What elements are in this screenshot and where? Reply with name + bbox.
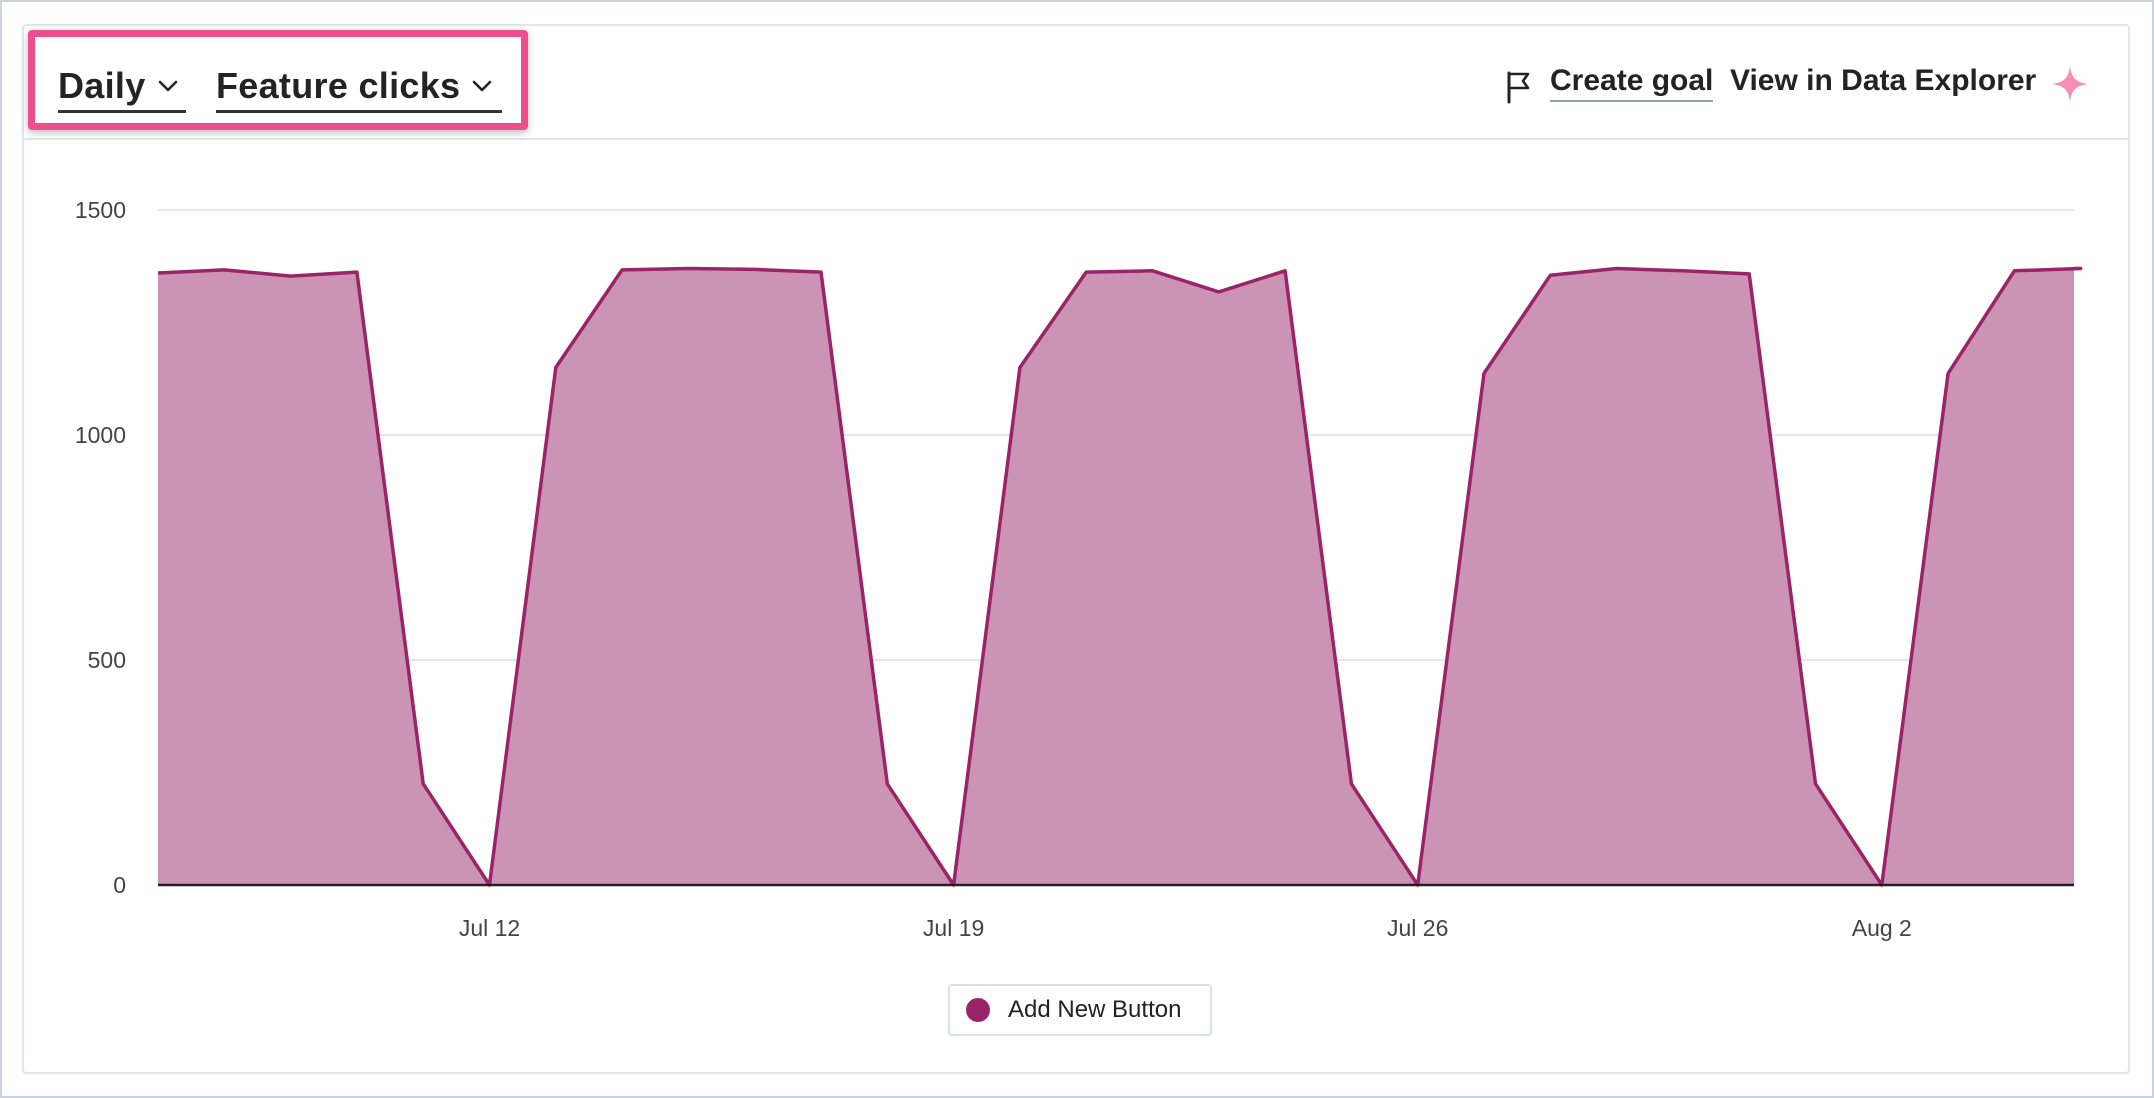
x-tick-label: Jul 19 [923, 915, 984, 941]
area-chart: 0 500 1000 1500 Jul 12 Jul 19 Jul 26 Aug 2 [75, 197, 2083, 941]
y-tick-label: 500 [88, 647, 126, 673]
legend-item[interactable]: Add New Button [948, 984, 1212, 1036]
y-tick-label: 1500 [75, 197, 126, 223]
y-tick-label: 0 [113, 872, 126, 898]
x-tick-label: Jul 12 [459, 915, 520, 941]
x-tick-label: Aug 2 [1852, 915, 1912, 941]
legend-swatch [966, 998, 990, 1022]
y-tick-label: 1000 [75, 422, 126, 448]
legend-label: Add New Button [1008, 996, 1182, 1023]
series-area [158, 268, 2081, 885]
x-tick-label: Jul 26 [1387, 915, 1448, 941]
